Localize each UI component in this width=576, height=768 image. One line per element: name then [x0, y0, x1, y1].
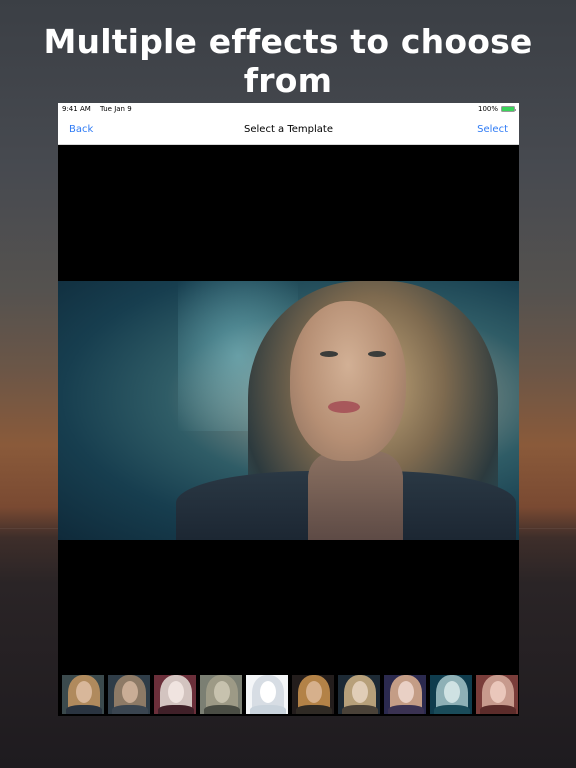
- thumbnail-body: [388, 705, 424, 714]
- thumbnail-body: [342, 705, 378, 714]
- preview-lips: [328, 401, 360, 413]
- device-screen: 9:41 AM Tue Jan 9 100% Back Select a Tem…: [58, 103, 519, 716]
- thumbnail-body: [296, 705, 332, 714]
- thumbnail-face: [306, 681, 322, 703]
- preview-face: [290, 301, 406, 461]
- thumbnail-face: [260, 681, 276, 703]
- thumbnail-body: [158, 705, 194, 714]
- effect-thumbnail-7[interactable]: [338, 675, 380, 714]
- status-time: 9:41 AM: [62, 105, 91, 113]
- thumbnail-face: [122, 681, 138, 703]
- thumbnail-body: [204, 705, 240, 714]
- effect-thumbnail-9[interactable]: [430, 675, 472, 714]
- thumbnail-face: [168, 681, 184, 703]
- preview-neck: [308, 451, 403, 540]
- effect-thumbnail-10[interactable]: [476, 675, 518, 714]
- thumbnail-body: [480, 705, 516, 714]
- effect-thumbnail-2[interactable]: [108, 675, 150, 714]
- status-bar: 9:41 AM Tue Jan 9 100%: [58, 103, 519, 115]
- promo-headline: Multiple effects to choose from: [43, 22, 533, 100]
- effect-thumbnail-4[interactable]: [200, 675, 242, 714]
- effect-thumbnail-5[interactable]: [246, 675, 288, 714]
- preview-eye-left: [320, 351, 338, 357]
- thumbnail-body: [434, 705, 470, 714]
- effect-thumbnail-8[interactable]: [384, 675, 426, 714]
- thumbnail-face: [76, 681, 92, 703]
- effect-thumbnail-6[interactable]: [292, 675, 334, 714]
- nav-title: Select a Template: [244, 124, 333, 135]
- battery-icon: [501, 106, 516, 112]
- thumbnail-body: [112, 705, 148, 714]
- video-preview: [58, 281, 519, 540]
- select-button[interactable]: Select: [477, 124, 508, 135]
- thumbnail-face: [444, 681, 460, 703]
- thumbnail-face: [398, 681, 414, 703]
- status-right: 100%: [477, 105, 516, 113]
- thumbnail-face: [214, 681, 230, 703]
- effect-thumbnail-strip: [58, 673, 519, 716]
- thumbnail-body: [250, 705, 286, 714]
- effect-thumbnail-1[interactable]: [62, 675, 104, 714]
- status-left: 9:41 AM Tue Jan 9: [62, 105, 139, 113]
- effect-thumbnail-3[interactable]: [154, 675, 196, 714]
- navigation-bar: Back Select a Template Select: [58, 115, 519, 145]
- status-date: Tue Jan 9: [100, 105, 132, 113]
- back-button[interactable]: Back: [69, 124, 93, 135]
- battery-percent: 100%: [477, 105, 498, 113]
- thumbnail-face: [490, 681, 506, 703]
- thumbnail-face: [352, 681, 368, 703]
- thumbnail-body: [66, 705, 102, 714]
- preview-eye-right: [368, 351, 386, 357]
